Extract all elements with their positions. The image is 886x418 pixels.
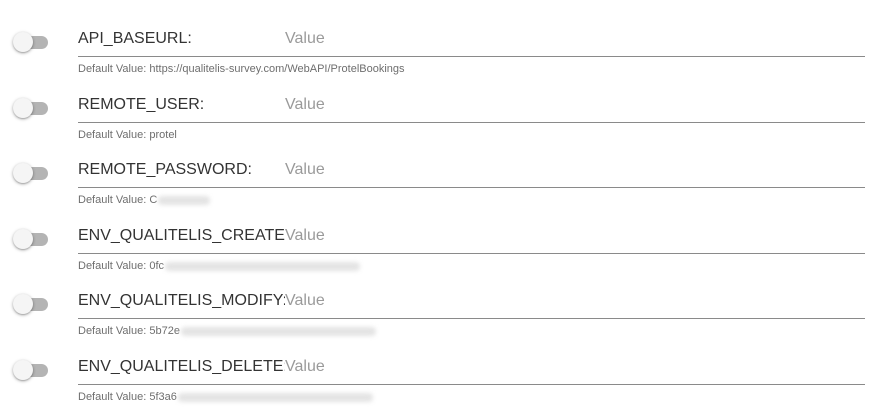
env-qualitelis-delete-toggle[interactable]	[13, 360, 49, 380]
setting-row-env-qualitelis-create: ENV_QUALITELIS_CREATE: Default Value: 0f…	[0, 221, 886, 287]
default-value-text: 5f3a6	[149, 391, 177, 403]
remote-password-default-value: Default Value: C	[78, 194, 211, 206]
env-qualitelis-modify-field: ENV_QUALITELIS_MODIFY:	[78, 286, 865, 319]
api-baseurl-default-value: Default Value: https://qualitelis-survey…	[78, 63, 405, 75]
toggle-thumb	[13, 294, 33, 314]
toggle-thumb	[13, 163, 33, 183]
default-value-text: 5b72e	[149, 325, 180, 337]
env-qualitelis-modify-default-value: Default Value: 5b72e	[78, 325, 376, 337]
env-qualitelis-modify-label: ENV_QUALITELIS_MODIFY:	[78, 292, 285, 309]
default-value-prefix: Default Value:	[78, 129, 147, 141]
settings-list: API_BASEURL: Default Value: https://qual…	[0, 0, 886, 418]
remote-password-field: REMOTE_PASSWORD:	[78, 155, 865, 188]
redacted-value	[158, 195, 211, 205]
env-qualitelis-create-default-value: Default Value: 0fc	[78, 260, 361, 272]
default-value-prefix: Default Value:	[78, 194, 147, 206]
setting-row-remote-password: REMOTE_PASSWORD: Default Value: C	[0, 155, 886, 221]
setting-row-env-qualitelis-modify: ENV_QUALITELIS_MODIFY: Default Value: 5b…	[0, 286, 886, 352]
default-value-text: protel	[149, 129, 177, 141]
default-value-text: 0fc	[149, 260, 165, 272]
env-qualitelis-delete-field: ENV_QUALITELIS_DELETE:	[78, 352, 865, 385]
default-value-prefix: Default Value:	[78, 63, 147, 75]
env-qualitelis-modify-toggle[interactable]	[13, 294, 49, 314]
redacted-value	[180, 326, 376, 336]
toggle-thumb	[13, 98, 33, 118]
default-value-text: C	[149, 194, 158, 206]
env-qualitelis-delete-input[interactable]	[285, 356, 845, 378]
env-qualitelis-delete-label: ENV_QUALITELIS_DELETE:	[78, 358, 285, 375]
api-baseurl-field: API_BASEURL:	[78, 24, 865, 57]
remote-password-label: REMOTE_PASSWORD:	[78, 161, 252, 178]
setting-row-env-qualitelis-delete: ENV_QUALITELIS_DELETE: Default Value: 5f…	[0, 352, 886, 418]
remote-password-input[interactable]	[285, 159, 845, 181]
setting-row-remote-user: REMOTE_USER: Default Value: protel	[0, 90, 886, 156]
env-qualitelis-create-input[interactable]	[285, 225, 845, 247]
api-baseurl-input[interactable]	[285, 28, 845, 50]
toggle-thumb	[13, 360, 33, 380]
env-qualitelis-create-field: ENV_QUALITELIS_CREATE:	[78, 221, 865, 254]
env-qualitelis-create-toggle[interactable]	[13, 229, 49, 249]
default-value-text: https://qualitelis-survey.com/WebAPI/Pro…	[149, 63, 405, 75]
remote-user-default-value: Default Value: protel	[78, 129, 177, 141]
remote-user-toggle[interactable]	[13, 98, 49, 118]
default-value-prefix: Default Value:	[78, 391, 147, 403]
remote-user-input[interactable]	[285, 94, 845, 116]
redacted-value	[165, 261, 361, 271]
api-baseurl-toggle[interactable]	[13, 32, 49, 52]
setting-row-api-baseurl: API_BASEURL: Default Value: https://qual…	[0, 24, 886, 90]
api-baseurl-label: API_BASEURL:	[78, 30, 192, 47]
remote-user-label: REMOTE_USER:	[78, 96, 205, 113]
env-qualitelis-create-label: ENV_QUALITELIS_CREATE:	[78, 227, 285, 244]
env-qualitelis-delete-default-value: Default Value: 5f3a6	[78, 391, 373, 403]
remote-user-field: REMOTE_USER:	[78, 90, 865, 123]
toggle-thumb	[13, 32, 33, 52]
env-qualitelis-modify-input[interactable]	[285, 290, 845, 312]
toggle-thumb	[13, 229, 33, 249]
default-value-prefix: Default Value:	[78, 260, 147, 272]
default-value-prefix: Default Value:	[78, 325, 147, 337]
redacted-value	[177, 392, 373, 402]
remote-password-toggle[interactable]	[13, 163, 49, 183]
